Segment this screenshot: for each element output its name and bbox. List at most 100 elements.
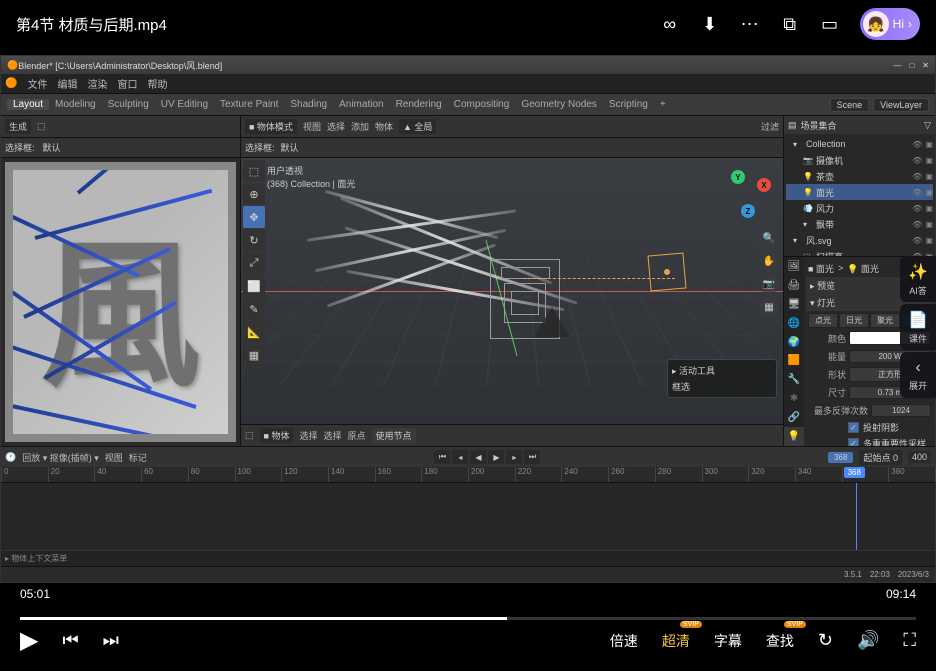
outliner-item[interactable]: 💡 面光 👁▣ — [786, 184, 933, 200]
lighttype-spot[interactable]: 聚光 — [870, 313, 900, 328]
footer-usenodes[interactable]: 使用节点 — [372, 428, 416, 443]
mode-dropdown[interactable]: ■ 物体模式 — [245, 119, 297, 134]
ref-select-value[interactable]: 默认 — [43, 141, 61, 154]
theater-icon[interactable]: ▭ — [820, 14, 840, 34]
find-button[interactable]: 查找 SVIP — [766, 631, 794, 651]
play-button[interactable]: ▶ — [20, 626, 38, 655]
tab-animation[interactable]: Animation — [333, 99, 389, 110]
persp-icon[interactable]: ▦ — [759, 297, 779, 317]
footer-opt2[interactable]: 选择 — [323, 429, 341, 442]
vp-menu-view[interactable]: 视图 — [303, 120, 321, 133]
tab-layout[interactable]: Layout — [7, 99, 49, 110]
next-track-icon[interactable]: ⏭ — [103, 630, 119, 651]
outliner-item[interactable]: ▾ Collection 👁▣ — [786, 136, 933, 152]
proptab-output[interactable]: 🖨 — [784, 276, 804, 295]
proptab-object[interactable]: 🟧 — [784, 352, 804, 371]
tool-rotate[interactable]: ↻ — [243, 229, 265, 251]
menu-window[interactable]: 窗口 — [117, 76, 137, 91]
vp-menu-object[interactable]: 物体 — [375, 120, 393, 133]
fullscreen-icon[interactable]: ⛶ — [903, 630, 916, 651]
outliner-filter-icon[interactable]: ▽ — [924, 120, 931, 131]
tool-select[interactable]: ⬚ — [243, 160, 265, 182]
footer-object[interactable]: ■ 物体 — [260, 428, 294, 443]
proptab-scene[interactable]: 🌐 — [784, 314, 804, 333]
prop-breadcrumb-data[interactable]: 💡 面光 — [847, 262, 879, 275]
prev-key-icon[interactable]: ◂ — [452, 450, 468, 464]
checkbox-row[interactable]: ✓多重重要性采样 — [806, 435, 933, 446]
proptab-physics[interactable]: ⚛ — [784, 389, 804, 408]
menu-edit[interactable]: 编辑 — [57, 76, 77, 91]
minimize-icon[interactable]: — — [893, 61, 901, 70]
scene-field[interactable]: Scene — [830, 98, 870, 112]
outliner-item[interactable]: 📷 摄像机 👁▣ — [786, 152, 933, 168]
prev-track-icon[interactable]: ⏮ — [62, 630, 78, 651]
timeline-dropdown[interactable]: 回放 ▾ 抠像(插帧) ▾ — [22, 451, 99, 464]
jump-start-icon[interactable]: ⏮ — [434, 450, 450, 464]
quality-button[interactable]: 超清 SVIP — [662, 631, 690, 651]
vp-menu-select[interactable]: 选择 — [327, 120, 345, 133]
blender-logo-icon[interactable]: 🟠 — [5, 78, 17, 89]
next-key-icon[interactable]: ▸ — [506, 450, 522, 464]
checkbox-row[interactable]: ✓投射阴影 — [806, 419, 933, 435]
outliner-icon[interactable]: ▤ — [788, 120, 797, 131]
footer-opt3[interactable]: 原点 — [347, 429, 365, 442]
zoom-icon[interactable]: 🔍 — [759, 228, 779, 248]
close-icon[interactable]: ✕ — [922, 61, 929, 70]
menu-render[interactable]: 渲染 — [87, 76, 107, 91]
orientation-dropdown[interactable]: ▲ 全局 — [399, 119, 436, 134]
prop-breadcrumb-obj[interactable]: ■ 面光 — [808, 262, 834, 275]
menu-help[interactable]: 帮助 — [147, 76, 167, 91]
frame-end[interactable]: 400 — [908, 451, 931, 463]
loop-icon[interactable]: ↻ — [818, 630, 833, 651]
play-reverse-icon[interactable]: ◀ — [470, 450, 486, 464]
tool-move[interactable]: ✥ — [243, 206, 265, 228]
area-light[interactable] — [648, 252, 687, 291]
tool-measure[interactable]: 📐 — [243, 321, 265, 343]
tab-add[interactable]: + — [654, 99, 672, 110]
tab-modeling[interactable]: Modeling — [49, 99, 102, 110]
more-icon[interactable]: ⋯ — [740, 14, 760, 34]
proptab-render[interactable]: 🖼 — [784, 257, 804, 276]
share-icon[interactable]: ∞ — [660, 14, 680, 34]
timeline-track[interactable]: 368 — [1, 483, 935, 550]
lighttype-point[interactable]: 点光 — [808, 313, 838, 328]
tool-addcube[interactable]: ▦ — [243, 344, 265, 366]
camera-icon[interactable]: 📷 — [759, 274, 779, 294]
pan-icon[interactable]: ✋ — [759, 251, 779, 271]
proptab-data[interactable]: 💡 — [784, 427, 804, 446]
tool-scale[interactable]: ⤢ — [243, 252, 265, 274]
speed-button[interactable]: 倍速 — [610, 631, 638, 651]
footer-dropdown-icon[interactable]: ⬚ — [245, 430, 254, 441]
download-icon[interactable]: ⬇ — [700, 14, 720, 34]
lighttype-sun[interactable]: 日光 — [839, 313, 869, 328]
tool-annotate[interactable]: ✎ — [243, 298, 265, 320]
outliner-item[interactable]: 💨 风力 👁▣ — [786, 200, 933, 216]
samples-field[interactable]: 1024 — [871, 404, 931, 417]
expand-button[interactable]: ‹ 展开 — [900, 352, 936, 398]
camera-object[interactable] — [534, 307, 570, 337]
viewlayer-field[interactable]: ViewLayer — [873, 98, 929, 112]
tab-geonodes[interactable]: Geometry Nodes — [515, 99, 603, 110]
menu-file[interactable]: 文件 — [27, 76, 47, 91]
proptab-world[interactable]: 🌍 — [784, 333, 804, 352]
proptab-modifier[interactable]: 🔧 — [784, 370, 804, 389]
current-frame[interactable]: 368 — [828, 452, 853, 463]
proptab-view[interactable]: 🖥 — [784, 295, 804, 314]
tab-shading[interactable]: Shading — [284, 99, 333, 110]
timeline-icon[interactable]: 🕐 — [5, 452, 16, 463]
vp-selectbox-value[interactable]: 默认 — [281, 141, 299, 154]
outliner-item[interactable]: ▾ 飘带 👁▣ — [786, 216, 933, 232]
outliner-item[interactable]: ▾ 风.svg 👁▣ — [786, 232, 933, 248]
tab-uv[interactable]: UV Editing — [155, 99, 214, 110]
timeline-view[interactable]: 视图 — [105, 451, 123, 464]
tab-texture[interactable]: Texture Paint — [214, 99, 284, 110]
timeline-ruler[interactable]: 0204060801001201401601802002202402602803… — [1, 467, 935, 483]
volume-icon[interactable]: 🔊 — [857, 630, 879, 651]
nav-gizmo[interactable]: X Y Z — [723, 170, 771, 218]
maximize-icon[interactable]: □ — [909, 61, 914, 70]
play-forward-icon[interactable]: ▶ — [488, 450, 504, 464]
outliner-item[interactable]: 💡 茶壶 👁▣ — [786, 168, 933, 184]
frame-start[interactable]: 起始点 0 — [859, 450, 902, 465]
ai-answer-button[interactable]: ✨ AI答 — [900, 256, 936, 302]
outliner-item[interactable]: ⬚ 扫描高 👁▣ — [786, 248, 933, 256]
